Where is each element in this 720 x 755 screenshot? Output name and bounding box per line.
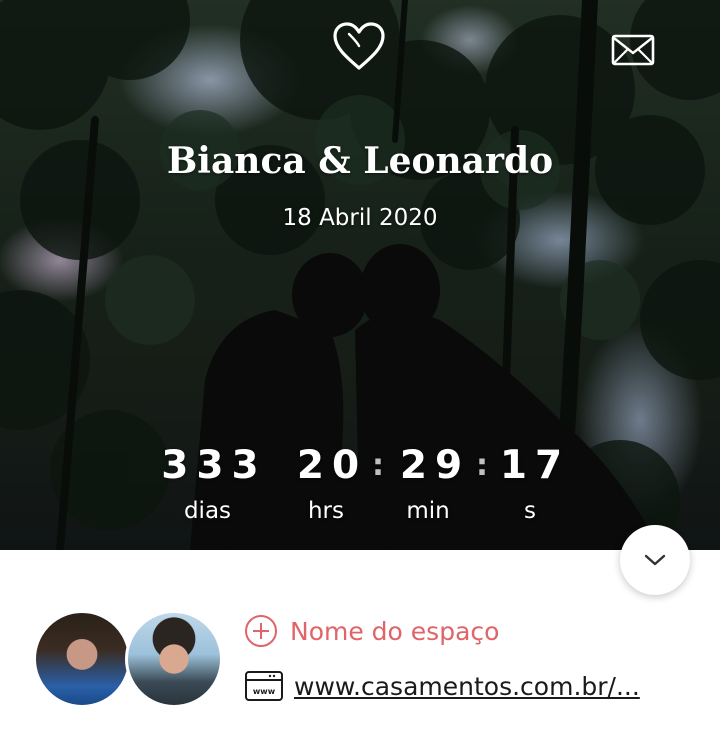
heart-icon [333, 22, 385, 70]
countdown-minutes-label: min [406, 498, 450, 524]
countdown-days-label: dias [183, 498, 232, 524]
countdown-seconds: 17 [499, 443, 571, 488]
countdown-hours-label: hrs [307, 498, 345, 524]
countdown-minutes: 29 [399, 443, 471, 488]
website-link[interactable]: www www.casamentos.com.br/... [244, 670, 640, 702]
envelope-icon[interactable] [611, 34, 655, 66]
plus-circle-icon [245, 615, 277, 647]
countdown-hours: 20 [296, 443, 368, 488]
countdown-separator: : [476, 448, 488, 483]
www-icon: www [245, 671, 283, 701]
website-url[interactable]: www.casamentos.com.br/... [294, 672, 640, 701]
countdown-separator: : [372, 448, 384, 483]
countdown-seconds-label: s [524, 498, 536, 524]
venue-link[interactable]: Nome do espaço [244, 614, 499, 648]
expand-button[interactable] [620, 525, 690, 595]
venue-label: Nome do espaço [290, 616, 500, 646]
couple-names: Bianca & Leonardo [166, 140, 554, 182]
countdown-days: 333 [161, 443, 267, 488]
avatar-groom [125, 610, 223, 708]
chevron-down-icon [644, 554, 666, 566]
avatar-bride [33, 610, 131, 708]
wedding-date: 18 Abril 2020 [282, 205, 438, 231]
svg-text:www: www [253, 687, 276, 696]
